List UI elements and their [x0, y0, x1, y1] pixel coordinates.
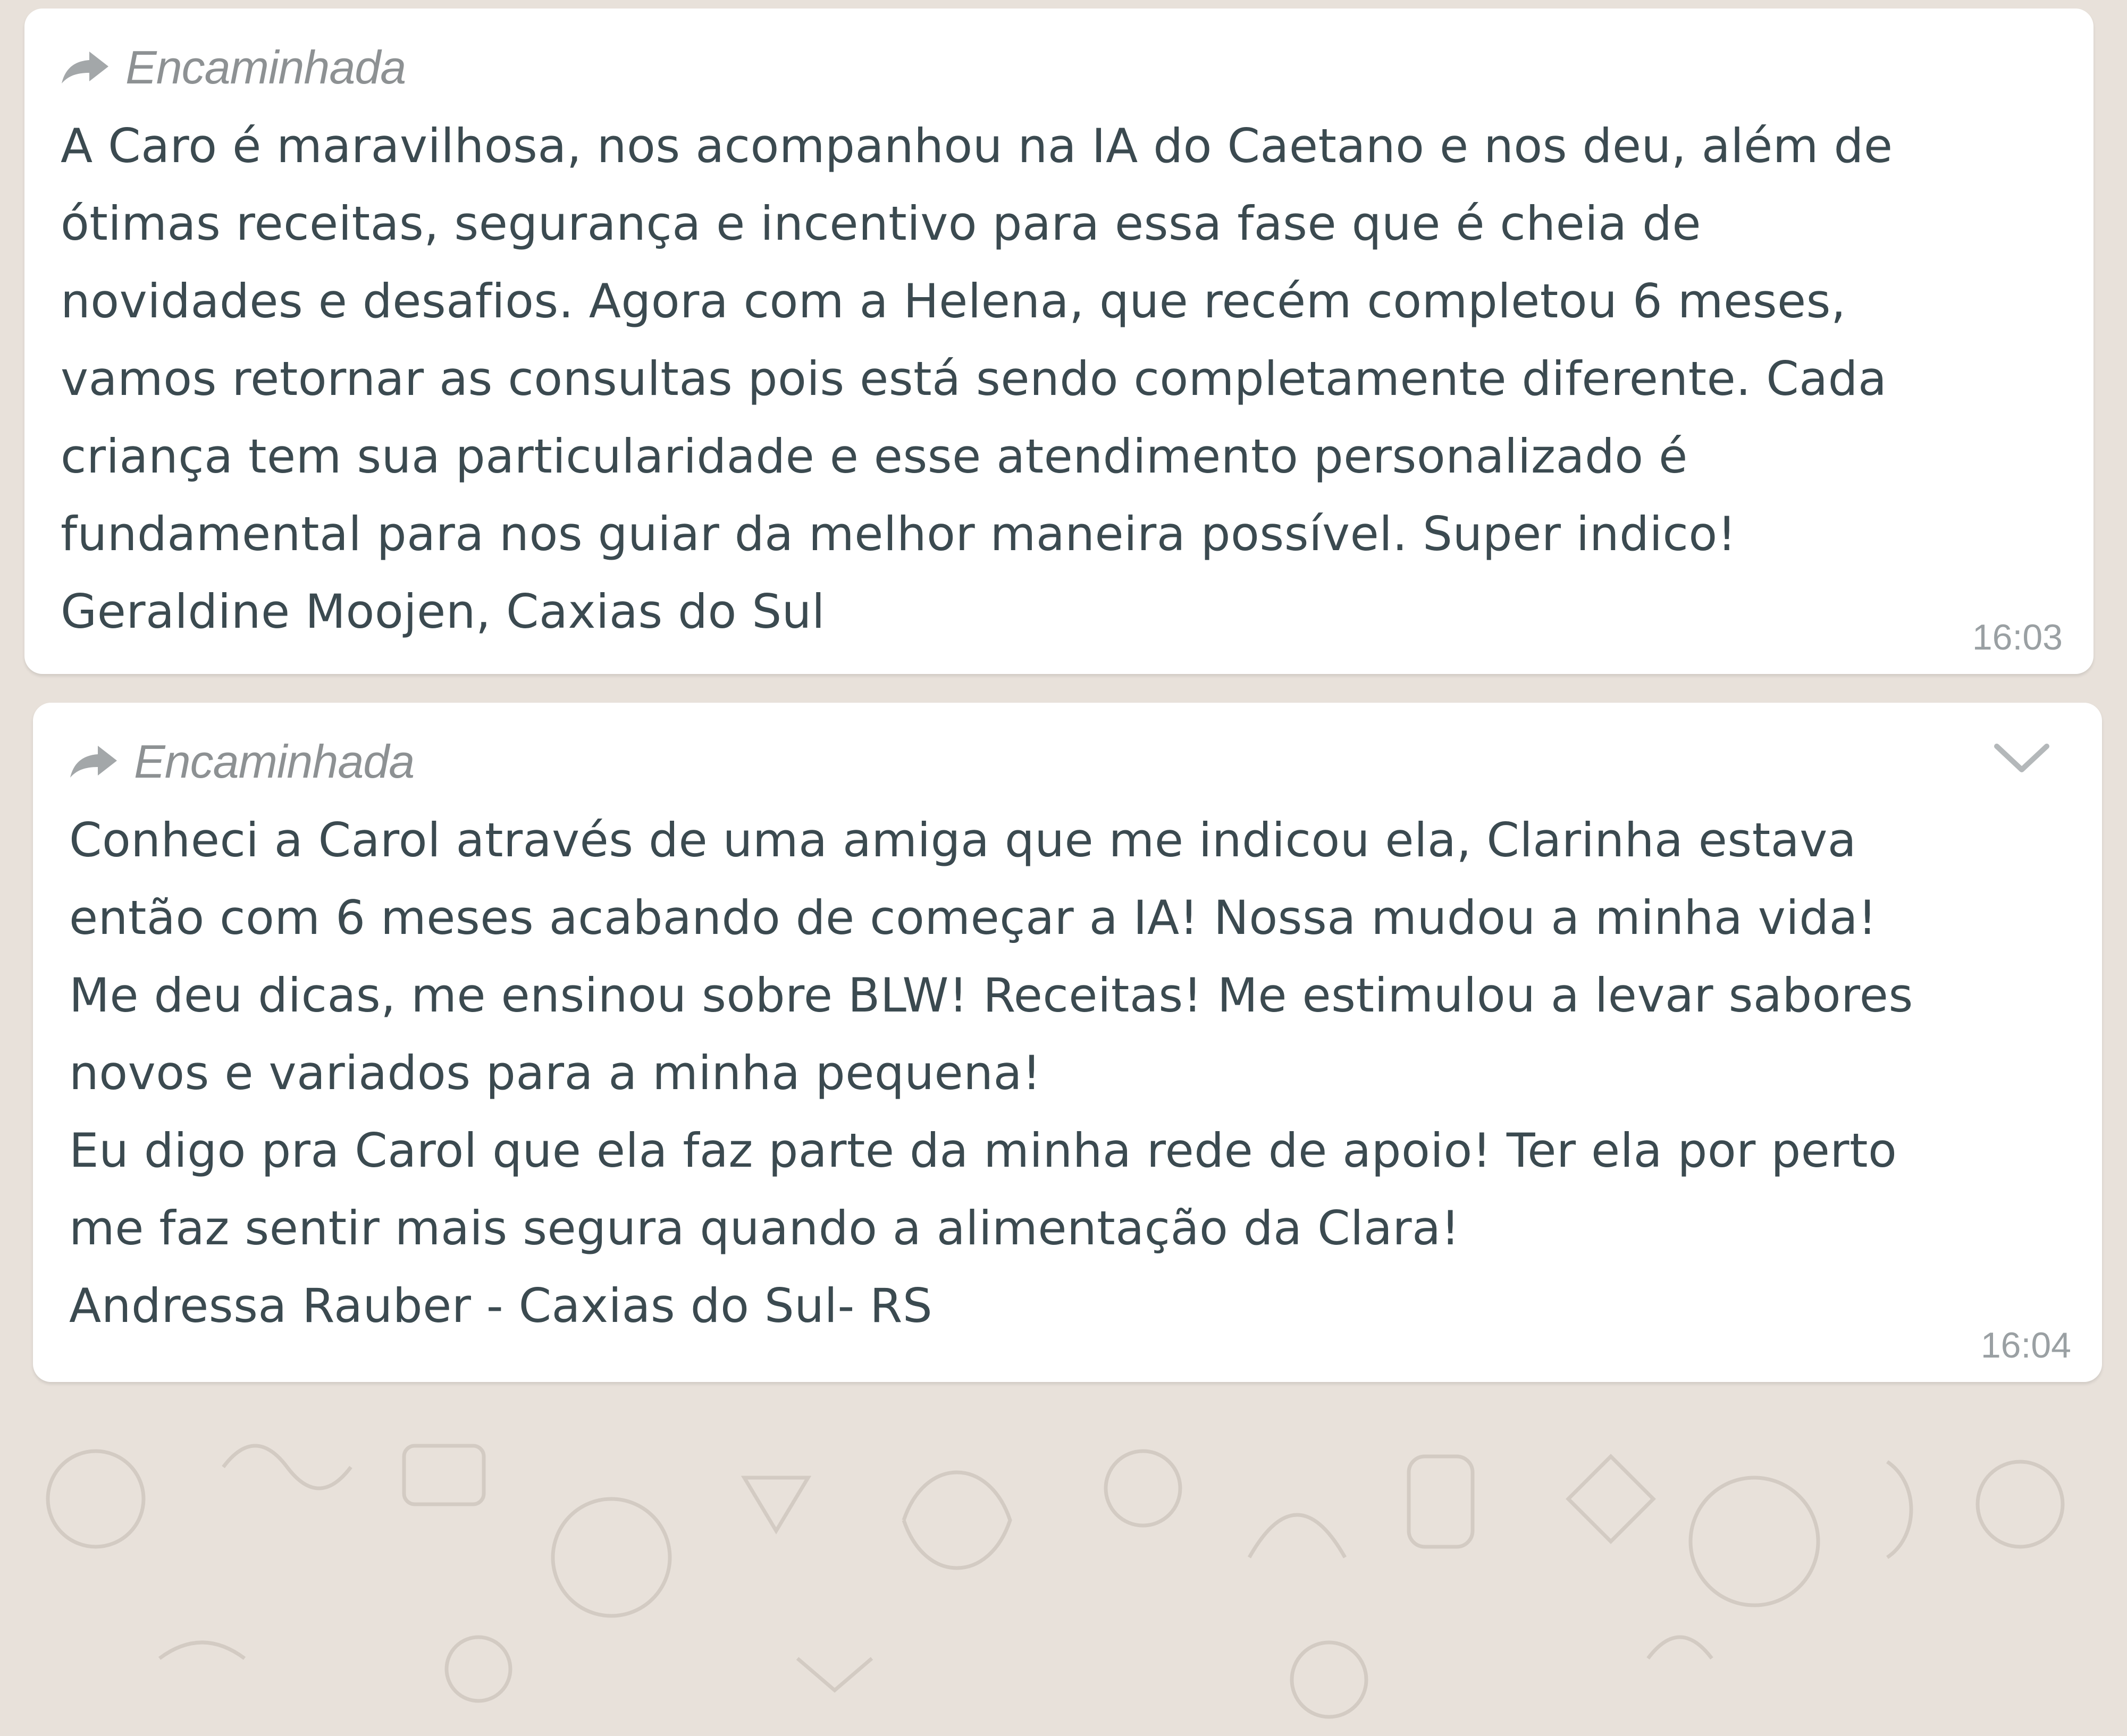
message-text: Conheci a Carol através de uma amiga que… [69, 802, 1913, 1345]
forward-arrow-icon [69, 745, 118, 779]
message-signature: Andressa Rauber - Caxias do Sul- RS [69, 1278, 933, 1333]
message-line: fundamental para nos guiar da melhor man… [61, 507, 1737, 561]
message-line: ótimas receitas, segurança e incentivo p… [61, 196, 1702, 251]
forwarded-label: Encaminhada [134, 735, 415, 788]
chevron-down-icon[interactable] [1993, 740, 2051, 777]
message-line: A Caro é maravilhosa, nos acompanhou na … [61, 119, 1893, 173]
forward-arrow-icon [61, 50, 110, 85]
message-text: A Caro é maravilhosa, nos acompanhou na … [61, 107, 1893, 651]
forwarded-indicator: Encaminhada [61, 38, 406, 97]
message-line: novos e variados para a minha pequena! [69, 1046, 1041, 1100]
message-signature: Geraldine Moojen, Caxias do Sul [61, 584, 825, 639]
message-line: criança tem sua particularidade e esse a… [61, 429, 1688, 484]
message-line: Eu digo pra Carol que ela faz parte da m… [69, 1123, 1897, 1178]
wallpaper-doodles [46, 1444, 2065, 1719]
message-line: novidades e desafios. Agora com a Helena… [61, 274, 1846, 328]
message-line: vamos retornar as consultas pois está se… [61, 351, 1887, 406]
message-bubble[interactable]: Encaminhada A Caro é maravilhosa, nos ac… [24, 9, 2094, 674]
message-line: me faz sentir mais segura quando a alime… [69, 1201, 1460, 1255]
message-timestamp: 16:03 [1972, 617, 2063, 658]
message-bubble[interactable]: Encaminhada Conheci a Carol através de u… [33, 703, 2102, 1382]
forwarded-label: Encaminhada [125, 41, 406, 94]
forwarded-indicator: Encaminhada [69, 732, 415, 791]
message-timestamp: 16:04 [1980, 1325, 2071, 1366]
message-line: Me deu dicas, me ensinou sobre BLW! Rece… [69, 968, 1913, 1023]
message-line: Conheci a Carol através de uma amiga que… [69, 813, 1857, 867]
message-line: então com 6 meses acabando de começar a … [69, 890, 1877, 945]
